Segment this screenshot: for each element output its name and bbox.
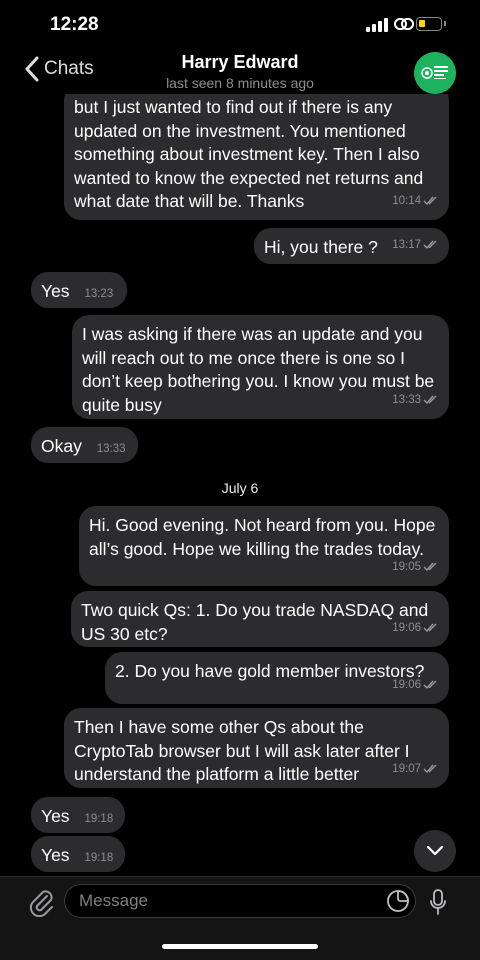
message-bubble[interactable]: I was asking if there was an update and … xyxy=(72,315,449,419)
message-meta: 19:06 xyxy=(392,617,439,641)
message-bubble[interactable]: Yes 13:23 xyxy=(31,272,127,308)
chat-header: Chats Harry Edward last seen 8 minutes a… xyxy=(0,48,480,94)
double-check-icon xyxy=(423,764,437,774)
message-time: 13:33 xyxy=(96,443,126,455)
status-time: 12:28 xyxy=(50,14,99,35)
message-meta: 19:07 xyxy=(392,758,439,782)
message-time: 19:06 xyxy=(392,621,421,634)
message-list[interactable]: but I just wanted to find out if there i… xyxy=(0,94,480,876)
message-time: 19:07 xyxy=(392,762,421,775)
paperclip-icon[interactable] xyxy=(28,887,56,917)
back-label: Chats xyxy=(44,58,94,79)
back-button[interactable]: Chats xyxy=(24,56,94,82)
message-time: 19:05 xyxy=(392,560,421,573)
message-time: 19:18 xyxy=(84,813,114,825)
signal-icon xyxy=(366,18,390,32)
message-text: but I just wanted to find out if there i… xyxy=(74,97,424,211)
home-indicator[interactable] xyxy=(162,944,318,949)
back-chevron-icon xyxy=(25,56,39,82)
message-text: Yes xyxy=(41,806,70,826)
composer-bar xyxy=(0,876,480,926)
message-bubble[interactable]: Hi. Good evening. Not heard from you. Ho… xyxy=(79,506,449,586)
message-bubble[interactable]: Two quick Qs: 1. Do you trade NASDAQ and… xyxy=(71,591,449,647)
message-time: 19:06 xyxy=(392,678,421,691)
message-bubble[interactable]: but I just wanted to find out if there i… xyxy=(64,94,449,220)
message-bubble[interactable]: Yes 19:18 xyxy=(31,797,125,833)
message-time: 13:17 xyxy=(392,238,421,251)
sticker-icon[interactable] xyxy=(386,889,410,913)
message-text: Then I have some other Qs about the Cryp… xyxy=(74,717,410,784)
double-check-icon xyxy=(423,562,437,572)
last-seen-status: last seen 8 minutes ago xyxy=(166,75,314,91)
message-bubble[interactable]: Then I have some other Qs about the Cryp… xyxy=(64,708,449,788)
message-bubble[interactable]: Hi, you there ? 13:17 xyxy=(254,228,449,264)
message-time: 13:33 xyxy=(392,393,421,406)
message-time: 19:18 xyxy=(84,852,114,864)
message-bubble[interactable]: 2. Do you have gold member investors? 19… xyxy=(105,652,449,704)
avatar[interactable] xyxy=(414,52,456,94)
message-bubble[interactable]: Yes 19:18 xyxy=(31,836,125,872)
double-check-icon xyxy=(423,680,437,690)
message-time: 10:14 xyxy=(392,194,421,207)
message-time: 13:23 xyxy=(84,288,114,300)
link-icon xyxy=(394,18,414,30)
double-check-icon xyxy=(423,395,437,405)
message-meta: 13:17 xyxy=(392,234,439,258)
message-bubble[interactable]: Okay 13:33 xyxy=(31,427,138,463)
message-text: I was asking if there was an update and … xyxy=(82,324,435,415)
battery-icon xyxy=(416,17,446,31)
message-meta: 13:33 xyxy=(392,389,439,413)
contact-name: Harry Edward xyxy=(181,52,299,72)
forex-logo-icon xyxy=(414,52,456,94)
chevron-down-icon xyxy=(426,845,444,856)
date-separator: July 6 xyxy=(221,480,259,496)
double-check-icon xyxy=(423,623,437,633)
double-check-icon xyxy=(423,196,437,206)
message-text: Okay xyxy=(41,436,82,456)
message-meta: 19:06 xyxy=(392,674,439,698)
message-text: Yes xyxy=(41,281,70,301)
message-meta: 10:14 xyxy=(392,190,439,214)
double-check-icon xyxy=(423,240,437,250)
message-input[interactable] xyxy=(64,884,416,918)
status-bar: 12:28 xyxy=(0,0,480,48)
home-bar xyxy=(0,926,480,960)
microphone-icon[interactable] xyxy=(428,888,448,916)
message-meta: 19:05 xyxy=(392,556,439,580)
contact-info[interactable]: Harry Edward last seen 8 minutes ago xyxy=(120,52,360,91)
scroll-to-bottom-button[interactable] xyxy=(414,830,456,872)
message-text: 2. Do you have gold member investors? xyxy=(115,661,425,681)
message-text: Two quick Qs: 1. Do you trade NASDAQ and… xyxy=(81,600,429,644)
message-text: Hi. Good evening. Not heard from you. Ho… xyxy=(89,515,436,559)
message-text: Yes xyxy=(41,845,70,865)
